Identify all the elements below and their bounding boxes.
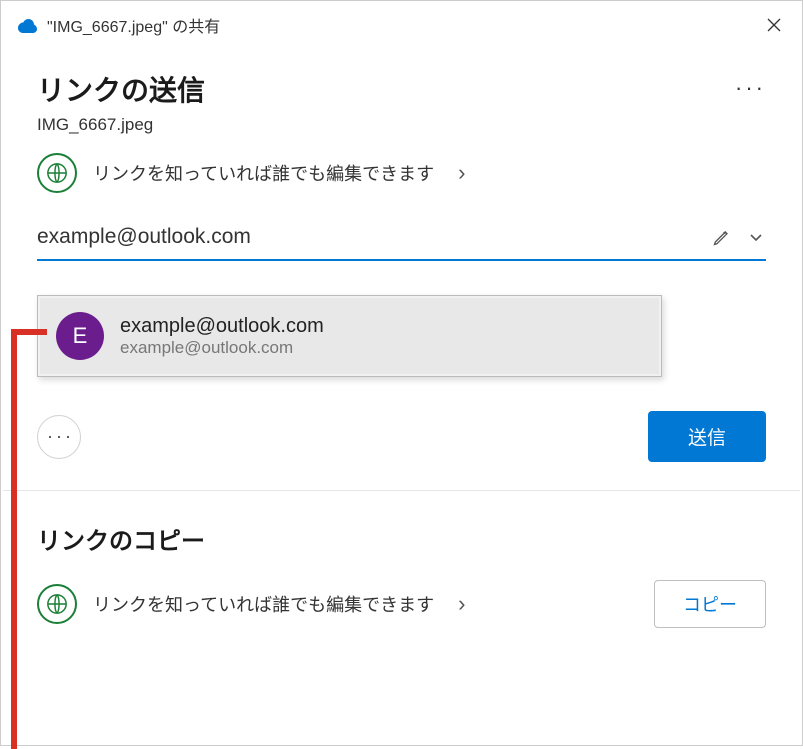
filename-label: IMG_6667.jpeg	[37, 115, 205, 135]
more-actions-button[interactable]: ···	[37, 415, 81, 459]
permission-text: リンクを知っていれば誰でも編集できます	[93, 160, 434, 186]
send-link-section: リンクの送信 IMG_6667.jpeg ··· リンクを知っていれば誰でも編集…	[1, 49, 802, 490]
titlebar: "IMG_6667.jpeg" の共有	[1, 1, 802, 49]
copy-permission-text: リンクを知っていれば誰でも編集できます	[93, 591, 434, 617]
more-options-button[interactable]: ···	[735, 69, 766, 101]
copy-button[interactable]: コピー	[654, 580, 766, 628]
suggestion-name: example@outlook.com	[120, 315, 324, 338]
window-title: "IMG_6667.jpeg" の共有	[47, 13, 754, 37]
close-button[interactable]	[762, 13, 786, 37]
recipient-suggestion-dropdown: E example@outlook.com example@outlook.co…	[37, 295, 662, 377]
avatar: E	[56, 312, 104, 360]
chevron-right-icon: ›	[458, 160, 465, 186]
suggestion-email: example@outlook.com	[120, 338, 324, 358]
suggestion-text: example@outlook.com example@outlook.com	[120, 315, 324, 358]
recipient-input-row	[37, 219, 766, 261]
onedrive-icon	[17, 17, 39, 33]
chevron-right-icon: ›	[458, 591, 465, 617]
globe-icon	[37, 584, 77, 624]
send-button[interactable]: 送信	[648, 411, 766, 462]
permission-settings-row[interactable]: リンクを知っていれば誰でも編集できます ›	[37, 153, 766, 193]
copy-link-row: リンクを知っていれば誰でも編集できます › コピー	[37, 580, 766, 628]
copy-link-section: リンクのコピー リンクを知っていれば誰でも編集できます › コピー	[1, 491, 802, 628]
edit-permission-icon[interactable]	[710, 225, 734, 249]
suggestion-item[interactable]: E example@outlook.com example@outlook.co…	[40, 298, 659, 374]
recipient-input[interactable]	[37, 219, 710, 255]
copy-section-title: リンクのコピー	[37, 521, 766, 556]
globe-icon	[37, 153, 77, 193]
actions-row: ··· 送信	[37, 411, 766, 490]
permission-dropdown-icon[interactable]	[746, 227, 766, 247]
page-title: リンクの送信	[37, 69, 205, 109]
